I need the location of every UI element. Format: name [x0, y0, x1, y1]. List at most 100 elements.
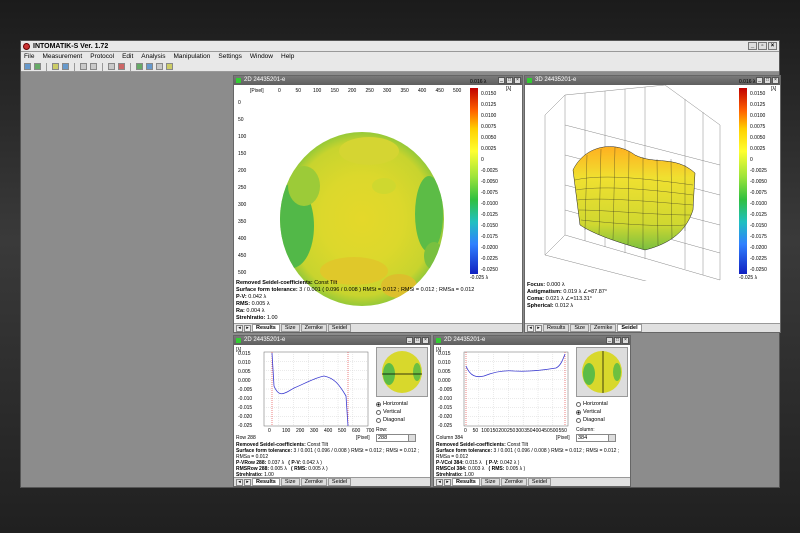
- scale-icon[interactable]: [156, 63, 163, 70]
- colorbar-tick-label: -0.0050: [750, 179, 767, 185]
- colorbar-tick-label: -0.0250: [750, 267, 767, 273]
- thumbnail-map[interactable]: [577, 348, 627, 396]
- menu-analysis[interactable]: Analysis: [141, 52, 165, 62]
- close-button[interactable]: ×: [772, 77, 779, 84]
- tab-seidel[interactable]: Seidel: [327, 324, 352, 332]
- print-icon[interactable]: [90, 63, 97, 70]
- menu-manipulation[interactable]: Manipulation: [174, 52, 211, 62]
- minimize-button[interactable]: _: [748, 42, 757, 50]
- open-folder-icon[interactable]: [52, 63, 59, 70]
- colorbar-tick-label: -0.0050: [481, 179, 498, 185]
- radio-diagonal[interactable]: Diagonal: [576, 416, 608, 424]
- chart-icon[interactable]: [146, 63, 153, 70]
- window-column-profile[interactable]: 2D 24435201-e _ □ × [λ] Column 384 [Pixel]…: [433, 335, 631, 487]
- colorbar-tick-label: -0.0125: [750, 212, 767, 218]
- tab-size[interactable]: Size: [570, 324, 590, 332]
- tab-size[interactable]: Size: [280, 324, 300, 332]
- new-icon[interactable]: [24, 63, 31, 70]
- thumbnail-frame: [376, 347, 428, 397]
- protocol-icon[interactable]: [80, 63, 87, 70]
- tab-zernike[interactable]: Zernike: [300, 478, 327, 486]
- window-3d-view[interactable]: 3D 24435201-e _□× 0.016 λ [λ] -0.025 λ: [524, 75, 781, 333]
- menu-file[interactable]: File: [24, 52, 34, 62]
- menu-settings[interactable]: Settings: [218, 52, 242, 62]
- color-scale-bar: [470, 88, 478, 274]
- tab-prev-button[interactable]: ◂: [236, 324, 243, 332]
- pv-value: 0.042 λ: [248, 294, 267, 300]
- tab-seidel[interactable]: Seidel: [527, 478, 552, 486]
- thumbnail-map[interactable]: [377, 348, 427, 396]
- tab-next-button[interactable]: ▸: [535, 324, 542, 332]
- menu-measurement[interactable]: Measurement: [42, 52, 82, 62]
- x-tick-label: 100: [282, 428, 291, 434]
- 3d-surface-plot: [544, 85, 721, 281]
- colorbar-tick-label: 0.0100: [750, 113, 766, 119]
- menu-edit[interactable]: Edit: [122, 52, 133, 62]
- colorbar-unit: [λ]: [506, 86, 512, 92]
- maximize-button[interactable]: □: [614, 337, 621, 344]
- tab-prev-button[interactable]: ◂: [436, 478, 443, 486]
- window-2d-map[interactable]: 2D 24435201-e _ □ × [Pixel] 0 50 100 150 200 25…: [233, 75, 523, 333]
- minimize-button[interactable]: _: [606, 337, 613, 344]
- tab-size[interactable]: Size: [280, 478, 300, 486]
- tab-next-button[interactable]: ▸: [444, 478, 451, 486]
- radio-horizontal[interactable]: Horizontal: [576, 400, 608, 408]
- minimize-button[interactable]: _: [406, 337, 413, 344]
- menu-window[interactable]: Window: [250, 52, 273, 62]
- spherical-label: Spherical:: [527, 303, 554, 309]
- colorbar-tick-label: 0.0050: [481, 135, 497, 141]
- tab-next-button[interactable]: ▸: [244, 478, 251, 486]
- window-row-profile[interactable]: 2D 24435201-e _ □ × [λ] Row 288 [Pixel] 0.…: [233, 335, 431, 487]
- rms-value: 0.005 λ: [251, 301, 270, 307]
- minimize-button[interactable]: _: [756, 77, 763, 84]
- help-icon[interactable]: [166, 63, 173, 70]
- radio-diagonal[interactable]: Diagonal: [376, 416, 408, 424]
- save-icon[interactable]: [62, 63, 69, 70]
- colorbar-tick-label: -0.0150: [750, 223, 767, 229]
- radio-horizontal[interactable]: Horizontal: [376, 400, 408, 408]
- column-field[interactable]: 384: [576, 434, 616, 442]
- close-button[interactable]: ×: [622, 337, 629, 344]
- copy-icon[interactable]: [118, 63, 125, 70]
- close-button[interactable]: ×: [422, 337, 429, 344]
- measure-icon[interactable]: [34, 63, 41, 70]
- undo-icon[interactable]: [108, 63, 115, 70]
- rms-total-value: 0.005 λ ): [505, 466, 526, 472]
- tab-zernike[interactable]: Zernike: [590, 324, 617, 332]
- colorbar-tick-label: 0.0025: [750, 146, 766, 152]
- tab-results[interactable]: Results: [452, 478, 480, 486]
- analysis-icon[interactable]: [136, 63, 143, 70]
- radio-vertical[interactable]: Vertical: [576, 408, 608, 416]
- maximize-button[interactable]: □: [414, 337, 421, 344]
- x-tick-label: 0: [268, 428, 271, 434]
- tab-results[interactable]: Results: [543, 324, 570, 332]
- tab-next-button[interactable]: ▸: [244, 324, 251, 332]
- tab-prev-button[interactable]: ◂: [527, 324, 534, 332]
- restore-button[interactable]: ▫: [758, 42, 767, 50]
- x-tick-label: 150: [489, 428, 499, 434]
- colorbar-tick-label: -0.0200: [750, 245, 767, 251]
- tab-size[interactable]: Size: [480, 478, 500, 486]
- maximize-button[interactable]: □: [764, 77, 771, 84]
- y-tick-label: 0.005: [438, 369, 451, 375]
- tab-zernike[interactable]: Zernike: [300, 324, 327, 332]
- row-field[interactable]: 288: [376, 434, 416, 442]
- radio-vertical[interactable]: Vertical: [376, 408, 408, 416]
- tab-zernike[interactable]: Zernike: [500, 478, 527, 486]
- colorbar-tick-label: -0.0175: [750, 234, 767, 240]
- menu-help[interactable]: Help: [281, 52, 294, 62]
- y-tick-label: -0.005: [238, 387, 253, 393]
- colorbar-tick-label: -0.0150: [481, 223, 498, 229]
- rms-total-label: ( RMS:: [488, 466, 505, 472]
- colorbar-tick-label: -0.0250: [481, 267, 498, 273]
- menu-protocol[interactable]: Protocol: [90, 52, 114, 62]
- pv-label: P-V:: [236, 294, 247, 300]
- tab-seidel[interactable]: Seidel: [617, 324, 642, 332]
- tab-results[interactable]: Results: [252, 324, 280, 332]
- tab-prev-button[interactable]: ◂: [236, 478, 243, 486]
- surface-mesh: [572, 146, 696, 251]
- close-button[interactable]: ×: [768, 42, 777, 50]
- tab-seidel[interactable]: Seidel: [327, 478, 352, 486]
- tab-results[interactable]: Results: [252, 478, 280, 486]
- thumbnail-frame: [576, 347, 628, 397]
